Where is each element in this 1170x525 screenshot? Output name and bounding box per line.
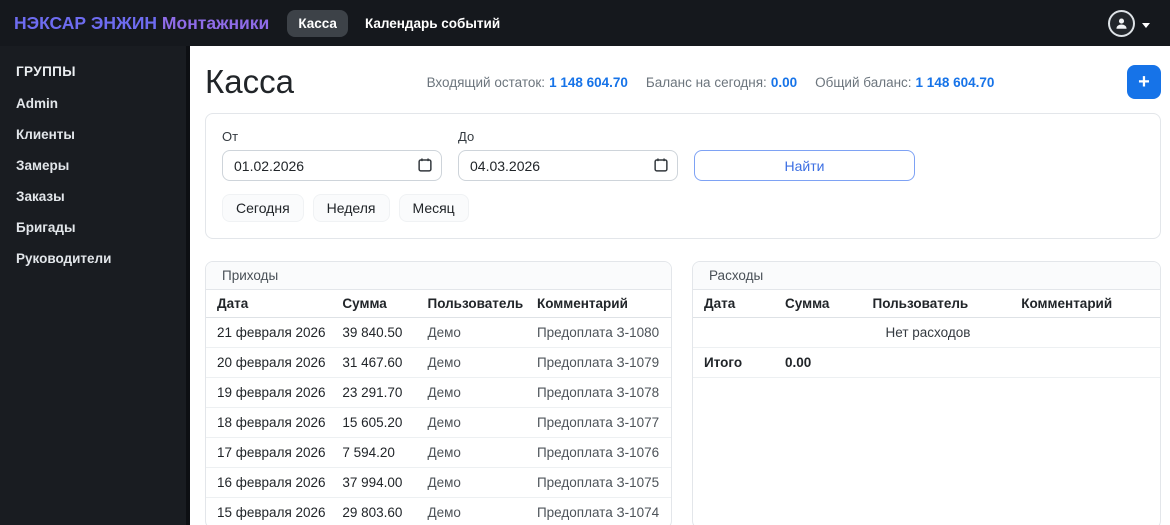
user-icon — [1116, 18, 1127, 29]
sidebar-item[interactable]: Заказы — [0, 181, 186, 212]
date-from-input[interactable] — [222, 150, 442, 182]
sidebar-item[interactable]: Бригады — [0, 212, 186, 243]
cell-user: Демо — [419, 407, 529, 439]
quick-range-button[interactable]: Месяц — [398, 194, 469, 223]
expense-card-title: Расходы — [693, 262, 1160, 291]
date-from-field: От — [222, 129, 442, 182]
cell-date: 21 февраля 2026 — [206, 317, 335, 349]
balance-stats: Входящий остаток: 1 148 604.70 Баланс на … — [427, 75, 995, 90]
cell-sum: 39 840.50 — [334, 317, 420, 349]
chevron-down-icon — [1142, 22, 1150, 28]
cell-sum: 31 467.60 — [334, 347, 420, 379]
cell-sum: 29 803.60 — [334, 497, 420, 525]
avatar[interactable] — [1108, 9, 1135, 37]
cell-sum: 37 994.00 — [334, 467, 420, 499]
cell-comment: Предоплата З-1075 — [528, 467, 671, 499]
expense-header-row: Дата Сумма Пользователь Комментарий — [693, 290, 1160, 319]
tables-section: Приходы Дата Сумма Пользователь Коммента… — [205, 261, 1161, 525]
column-header-sum: Сумма — [334, 290, 420, 319]
empty-expenses-text: Нет расходов — [693, 317, 1160, 349]
page-title: Касса — [205, 63, 294, 100]
date-from-label: От — [222, 129, 239, 145]
stat-incoming-balance: Входящий остаток: 1 148 604.70 — [426, 74, 628, 90]
column-header-sum: Сумма — [777, 290, 865, 319]
date-to-label: До — [458, 129, 475, 145]
date-to-input[interactable] — [458, 150, 678, 182]
tab-kassa[interactable]: Касса — [287, 9, 348, 37]
sidebar-group-title: ГРУППЫ — [16, 64, 76, 79]
main-content: Касса Входящий остаток: 1 148 604.70 Бала… — [190, 46, 1170, 525]
filter-card: От До — [205, 113, 1161, 240]
quick-range-button[interactable]: Сегодня — [222, 194, 304, 223]
user-menu[interactable] — [1108, 9, 1156, 37]
cell-comment: Предоплата З-1078 — [528, 377, 671, 409]
brand-part2: Монтажники — [161, 12, 270, 33]
sidebar-item[interactable]: Клиенты — [0, 119, 186, 150]
income-card-title: Приходы — [206, 262, 671, 291]
brand-logo[interactable]: НЭКСАР ЭНЖИН Монтажники — [14, 13, 269, 34]
income-row: 17 февраля 2026 7 594.20 Демо Предоплата… — [206, 437, 671, 469]
stat-today-balance: Баланс на сегодня: 0.00 — [645, 74, 798, 90]
top-navbar: НЭКСАР ЭНЖИН Монтажники Касса Календарь … — [0, 0, 1170, 46]
cell-date: 17 февраля 2026 — [206, 437, 335, 469]
cell-user: Демо — [419, 467, 529, 499]
cell-comment: Предоплата З-1077 — [528, 407, 671, 439]
income-card: Приходы Дата Сумма Пользователь Коммента… — [205, 261, 672, 525]
app-root: НЭКСАР ЭНЖИН Монтажники Касса Календарь … — [0, 0, 1170, 525]
cell-user: Демо — [419, 437, 529, 469]
income-row: 18 февраля 2026 15 605.20 Демо Предоплат… — [206, 407, 671, 439]
sidebar: ГРУППЫ Admin Клиенты Замеры Заказы Бригады Ру… — [0, 46, 190, 525]
quick-range-button[interactable]: Неделя — [312, 194, 390, 223]
cell-user: Демо — [419, 317, 529, 349]
add-button[interactable]: + — [1127, 65, 1161, 100]
income-row: 21 февраля 2026 39 840.50 Демо Предоплат… — [206, 317, 671, 349]
cell-date: 18 февраля 2026 — [206, 407, 335, 439]
sidebar-item[interactable]: Руководители — [0, 243, 186, 274]
total-label: Итого — [693, 347, 777, 379]
cell-comment: Предоплата З-1076 — [528, 437, 671, 469]
column-header-date: Дата — [206, 290, 335, 319]
sidebar-item[interactable]: Admin — [0, 88, 186, 119]
expense-total-row: Итого 0.00 — [693, 347, 1160, 379]
column-header-comment: Комментарий — [1013, 290, 1160, 319]
column-header-date: Дата — [693, 290, 777, 319]
navbar-tabs: Касса Календарь событий — [287, 9, 511, 37]
cell-comment: Предоплата З-1080 — [528, 317, 671, 349]
cell-date: 16 февраля 2026 — [206, 467, 335, 499]
column-header-user: Пользователь — [864, 290, 1014, 319]
cell-sum: 15 605.20 — [334, 407, 420, 439]
expense-card: Расходы Дата Сумма Пользователь Коммента… — [692, 261, 1161, 525]
date-to-field: До — [458, 129, 678, 182]
total-value: 0.00 — [777, 347, 865, 379]
expense-table: Дата Сумма Пользователь Комментарий Нет … — [693, 290, 1160, 379]
cell-date: 15 февраля 2026 — [206, 497, 335, 525]
page-header: Касса Входящий остаток: 1 148 604.70 Бала… — [205, 63, 1161, 100]
calendar-icon[interactable] — [418, 158, 432, 172]
income-row: 15 февраля 2026 29 803.60 Демо Предоплат… — [206, 497, 671, 525]
income-row: 19 февраля 2026 23 291.70 Демо Предоплат… — [206, 377, 671, 409]
stat-total-balance: Общий баланс: 1 148 604.70 — [815, 74, 995, 90]
cell-comment: Предоплата З-1074 — [528, 497, 671, 525]
income-header-row: Дата Сумма Пользователь Комментарий — [206, 290, 671, 319]
cell-date: 20 февраля 2026 — [206, 347, 335, 379]
column-header-comment: Комментарий — [528, 290, 671, 319]
cell-sum: 23 291.70 — [334, 377, 420, 409]
tab-calendar[interactable]: Календарь событий — [354, 10, 511, 37]
brand-part1: НЭКСАР ЭНЖИН — [14, 12, 158, 33]
quick-range-buttons: Сегодня Неделя Месяц — [222, 194, 1144, 223]
income-row: 16 февраля 2026 37 994.00 Демо Предоплат… — [206, 467, 671, 499]
cell-date: 19 февраля 2026 — [206, 377, 335, 409]
cell-comment: Предоплата З-1079 — [528, 347, 671, 379]
search-button[interactable]: Найти — [694, 150, 915, 182]
cell-sum: 7 594.20 — [334, 437, 420, 469]
income-row: 20 февраля 2026 31 467.60 Демо Предоплат… — [206, 347, 671, 379]
column-header-user: Пользователь — [419, 290, 529, 319]
sidebar-item[interactable]: Замеры — [0, 150, 186, 181]
income-table: Дата Сумма Пользователь Комментарий 21 ф… — [206, 290, 671, 525]
calendar-icon[interactable] — [654, 158, 668, 172]
expense-empty-row: Нет расходов — [693, 317, 1160, 349]
cell-user: Демо — [419, 377, 529, 409]
cell-user: Демо — [419, 347, 529, 379]
cell-user: Демо — [419, 497, 529, 525]
